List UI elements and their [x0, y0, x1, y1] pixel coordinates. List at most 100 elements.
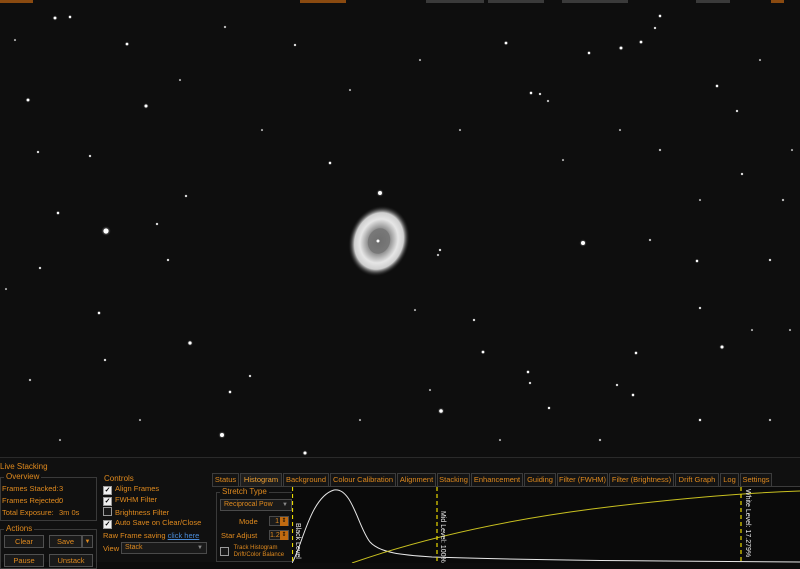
star — [179, 79, 181, 81]
tab-guiding[interactable]: Guiding — [524, 473, 556, 486]
save-dropdown-button[interactable]: ▼ — [82, 535, 93, 548]
save-button[interactable]: Save — [49, 535, 82, 548]
spinner-arrows-icon[interactable]: ⇕ — [280, 517, 288, 526]
tab-histogram[interactable]: Histogram — [240, 473, 282, 486]
star — [439, 249, 441, 251]
star — [481, 350, 485, 354]
frames-stacked-value: 3 — [59, 484, 64, 493]
star — [791, 149, 793, 151]
tab-background[interactable]: Background — [283, 473, 329, 486]
tab-settings[interactable]: Settings — [740, 473, 772, 486]
clear-button[interactable]: Clear — [4, 535, 44, 548]
star-adjust-label: Star Adjust — [221, 531, 258, 540]
frames-rejected-label: Frames Rejected: — [2, 496, 62, 505]
brightness-filter-checkbox[interactable]: Brightness Filter — [103, 507, 169, 517]
star — [782, 199, 784, 201]
star-adjust-spinner[interactable]: 1.20 ⇕ — [269, 530, 289, 540]
stacked-image-view[interactable] — [0, 0, 800, 457]
star — [616, 384, 618, 386]
star — [167, 259, 169, 261]
track-histogram-text: Track Histogram — [233, 545, 278, 551]
stretch-type-select[interactable]: Reciprocal Pow ▼ — [220, 499, 292, 511]
star — [429, 389, 431, 391]
histogram-graph[interactable] — [292, 487, 800, 563]
tab-enhancement[interactable]: Enhancement — [471, 473, 523, 486]
spinner-arrows-icon[interactable]: ⇕ — [280, 531, 288, 540]
checkbox-unchecked-icon — [103, 507, 112, 516]
raw-frame-saving-label: Raw Frame saving — [103, 531, 166, 540]
overview-group: Overview Frames Stacked: 3 Frames Reject… — [0, 472, 97, 521]
panel-title: Live Stacking — [0, 462, 48, 471]
star — [529, 91, 533, 95]
star — [39, 267, 41, 269]
tab-filter-brightness[interactable]: Filter (Brightness) — [609, 473, 674, 486]
controls-title: Controls — [102, 474, 136, 483]
view-label: View — [103, 544, 120, 553]
tab-alignment[interactable]: Alignment — [397, 473, 436, 486]
star — [97, 311, 101, 315]
align-frames-checkbox[interactable]: ✓ Align Frames — [103, 484, 159, 495]
star — [5, 288, 7, 290]
stretch-type-value: Reciprocal Pow — [224, 501, 273, 508]
drift-color-balance-text: Drift/Color Balance — [233, 552, 285, 558]
star — [529, 382, 531, 384]
star — [587, 51, 591, 55]
star — [228, 390, 232, 394]
star — [751, 329, 753, 331]
star — [14, 39, 16, 41]
checkbox-checked-icon: ✓ — [103, 497, 112, 506]
chevron-down-icon: ▼ — [282, 502, 288, 508]
raw-frame-saving-row: Raw Frame saving click here — [103, 531, 199, 540]
chevron-down-icon: ▼ — [197, 545, 203, 551]
frames-rejected-value: 0 — [59, 496, 64, 505]
star — [261, 129, 263, 131]
mode-spinner[interactable]: 1 ⇕ — [269, 516, 289, 526]
tab-log[interactable]: Log — [720, 473, 739, 486]
star — [658, 14, 662, 18]
star — [103, 228, 109, 234]
star — [185, 195, 187, 197]
brightness-filter-label: Brightness Filter — [115, 508, 170, 517]
controls-group: Controls ✓ Align Frames ✓ FWHM Filter Brig… — [99, 474, 209, 565]
auto-save-checkbox[interactable]: ✓ Auto Save on Clear/Close — [103, 518, 201, 529]
tab-drift-graph[interactable]: Drift Graph — [675, 473, 719, 486]
total-exposure-value: 3m 0s — [59, 508, 80, 517]
star — [439, 409, 443, 413]
checkbox-checked-icon: ✓ — [103, 486, 112, 495]
frames-stacked-label: Frames Stacked: — [2, 484, 59, 493]
track-histogram-checkbox[interactable]: Track Histogram Drift/Color Balance — [220, 545, 284, 559]
view-select-value: Stack — [125, 544, 143, 551]
star — [769, 419, 771, 421]
star — [359, 419, 361, 421]
tab-status[interactable]: Status — [212, 473, 239, 486]
checkbox-unchecked-icon — [220, 547, 229, 556]
star — [104, 359, 106, 361]
star — [473, 319, 475, 321]
tab-stacking[interactable]: Stacking — [437, 473, 470, 486]
star — [419, 59, 421, 61]
star — [639, 40, 643, 44]
fwhm-filter-checkbox[interactable]: ✓ FWHM Filter — [103, 495, 157, 506]
mid-level-label: Mid Level: 100% — [439, 511, 446, 563]
star — [715, 84, 719, 88]
star — [634, 351, 638, 355]
tab-filter-fwhm[interactable]: Filter (FWHM) — [557, 473, 608, 486]
star — [631, 393, 635, 397]
star — [29, 379, 31, 381]
overview-title: Overview — [4, 472, 42, 481]
star — [547, 406, 551, 410]
star — [699, 307, 701, 309]
star — [698, 418, 702, 422]
stretch-type-group: Stretch Type Reciprocal Pow ▼ Mode 1 ⇕ St… — [216, 487, 296, 562]
star — [736, 110, 738, 112]
actions-title: Actions — [4, 524, 35, 533]
frames-rejected-row: Frames Rejected: 0 — [2, 496, 64, 505]
star — [654, 27, 656, 29]
click-here-link[interactable]: click here — [168, 531, 200, 540]
star — [539, 93, 541, 95]
star — [619, 129, 621, 131]
total-exposure-label: Total Exposure: — [2, 508, 54, 517]
star — [56, 211, 60, 215]
tab-colour-calibration[interactable]: Colour Calibration — [330, 473, 396, 486]
view-select[interactable]: Stack ▼ — [121, 542, 207, 554]
